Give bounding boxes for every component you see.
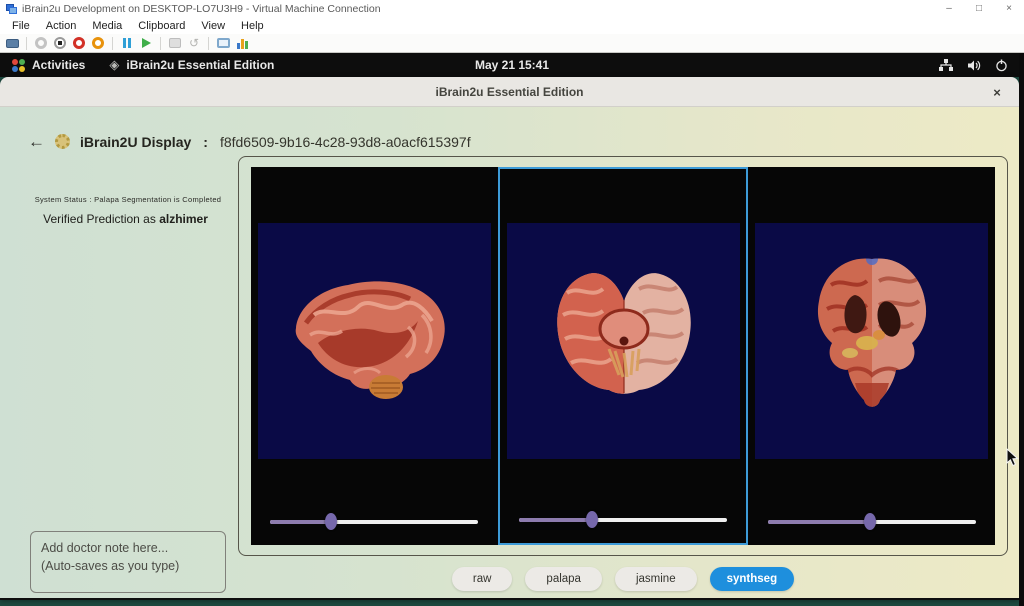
insights-chart-icon[interactable]	[235, 36, 249, 50]
gnome-topbar: May 21 15:41 Activities ◈ iBrain2u Essen…	[0, 53, 1024, 77]
raw-button[interactable]: raw	[452, 567, 513, 591]
toolbar-separator	[160, 37, 161, 50]
slider-thumb[interactable]	[325, 513, 337, 530]
slider-thumb[interactable]	[864, 513, 876, 530]
slider-fill	[270, 520, 330, 524]
record-id: f8fd6509-9b16-4c28-93d8-a0acf615397f	[220, 134, 471, 150]
turn-off-icon[interactable]	[53, 36, 67, 50]
toolbar-separator	[112, 37, 113, 50]
revert-icon: ↺	[187, 36, 201, 50]
vm-toolbar: ↺	[0, 34, 1024, 53]
menu-help[interactable]: Help	[233, 17, 272, 34]
save-state-icon[interactable]	[91, 36, 105, 50]
power-icon[interactable]	[995, 59, 1008, 72]
vm-menubar: File Action Media Clipboard View Help	[0, 17, 1024, 34]
slider-thumb[interactable]	[586, 511, 598, 528]
verified-prediction-text: Verified Prediction as alzhimer	[18, 212, 233, 226]
prediction-prefix: Verified Prediction as	[43, 212, 159, 226]
display-title-separator: :	[203, 134, 208, 150]
volume-icon[interactable]	[967, 59, 981, 72]
back-arrow-icon[interactable]: ←	[28, 133, 45, 150]
clock[interactable]: May 21 15:41	[0, 58, 1024, 72]
shutdown-icon[interactable]	[72, 36, 86, 50]
scan-viewer-inner	[251, 167, 995, 545]
enhanced-session-icon[interactable]	[216, 36, 230, 50]
slider-fill	[768, 520, 870, 524]
slice-slider[interactable]	[270, 513, 478, 530]
jasmine-button[interactable]: jasmine	[615, 567, 697, 591]
checkpoint-icon	[168, 36, 182, 50]
menu-file[interactable]: File	[4, 17, 38, 34]
sagittal-brain-image[interactable]	[258, 223, 491, 459]
mouse-cursor	[1006, 448, 1019, 472]
toolbar-separator	[26, 37, 27, 50]
vm-desktop: May 21 15:41 Activities ◈ iBrain2u Essen…	[0, 53, 1024, 606]
resume-icon[interactable]	[139, 36, 153, 50]
menu-view[interactable]: View	[193, 17, 233, 34]
system-status-text: System Status : Palapa Segmentation is C…	[24, 195, 232, 204]
slice-slider[interactable]	[768, 513, 976, 530]
gear-icon	[55, 134, 70, 149]
app-title: iBrain2u Essential Edition	[435, 85, 583, 99]
app-titlebar[interactable]: iBrain2u Essential Edition ×	[0, 77, 1019, 107]
window-bottom-edge	[0, 598, 1019, 600]
hyperv-vm-icon	[6, 4, 17, 14]
menu-media[interactable]: Media	[84, 17, 130, 34]
coronal-brain-image[interactable]	[755, 223, 988, 459]
slice-slider[interactable]	[519, 511, 727, 528]
display-header: ← iBrain2U Display : f8fd6509-9b16-4c28-…	[28, 133, 471, 150]
vm-right-edge	[1019, 53, 1024, 606]
menu-clipboard[interactable]: Clipboard	[130, 17, 193, 34]
close-button[interactable]: ×	[994, 0, 1024, 17]
vm-window-title: iBrain2u Development on DESKTOP-LO7U3H9 …	[22, 3, 934, 15]
display-title: iBrain2U Display	[80, 134, 191, 150]
network-icon[interactable]	[939, 59, 953, 72]
minimize-button[interactable]: –	[934, 0, 964, 17]
palapa-button[interactable]: palapa	[525, 567, 602, 591]
start-disabled-icon	[34, 36, 48, 50]
prediction-value: alzhimer	[159, 212, 208, 226]
view-mode-buttons: raw palapa jasmine synthseg	[238, 567, 1008, 591]
slider-fill	[519, 518, 592, 522]
ibrain2u-app-window: iBrain2u Essential Edition × ← iBrain2U …	[0, 77, 1019, 598]
synthseg-button[interactable]: synthseg	[710, 567, 795, 591]
scan-panel-sagittal[interactable]	[251, 167, 498, 545]
app-close-icon[interactable]: ×	[987, 77, 1007, 107]
doctor-note-input[interactable]	[30, 531, 226, 593]
scan-viewer	[238, 156, 1008, 556]
scan-panel-coronal[interactable]	[748, 167, 995, 545]
menu-action[interactable]: Action	[38, 17, 85, 34]
ctrl-alt-del-icon[interactable]	[5, 36, 19, 50]
scan-panel-axial[interactable]	[498, 167, 749, 545]
toolbar-separator	[208, 37, 209, 50]
app-content: ← iBrain2U Display : f8fd6509-9b16-4c28-…	[0, 107, 1019, 598]
pause-icon[interactable]	[120, 36, 134, 50]
maximize-button[interactable]: □	[964, 0, 994, 17]
axial-brain-image[interactable]	[507, 223, 740, 459]
vm-window-titlebar: iBrain2u Development on DESKTOP-LO7U3H9 …	[0, 0, 1024, 17]
